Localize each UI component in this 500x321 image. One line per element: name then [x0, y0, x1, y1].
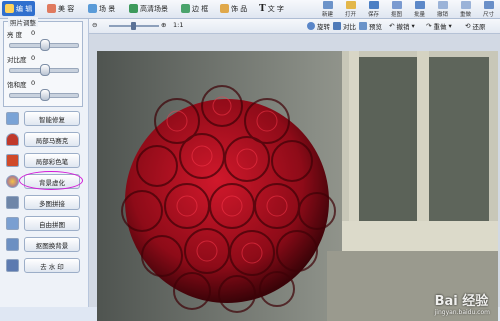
change-background-item: 抠图换背景: [4, 235, 84, 253]
change-background-icon: [6, 238, 19, 251]
cutout-icon: [391, 1, 402, 9]
frame-icon: [181, 4, 190, 13]
multi-stitch-item: 多图拼接: [4, 193, 84, 211]
change-background-button[interactable]: 抠图换背景: [24, 237, 80, 252]
contrast-value: 0: [31, 54, 36, 62]
rotate-icon: [307, 22, 315, 30]
free-collage-item: 自由拼图: [4, 214, 84, 232]
dropdown-chevron-icon: ▾: [411, 22, 415, 30]
color-pen-button[interactable]: 局部彩色笔: [24, 153, 80, 168]
accessory-icon: [220, 4, 229, 13]
free-collage-icon: [6, 217, 19, 230]
highlight-circle: [19, 171, 83, 190]
mosaic-item: 局部马赛克: [4, 130, 84, 148]
smart-repair-icon: [6, 112, 19, 125]
contrast-label: 对比度: [7, 56, 27, 64]
hd-scene-icon: [129, 4, 138, 13]
photo-canvas[interactable]: Bai 经验 jingyan.baidu.com: [97, 51, 498, 321]
saturation-slider-row: 饱和度 0: [7, 79, 81, 103]
undo-arrow-icon: ↶: [389, 22, 395, 30]
undo-view-button[interactable]: ↶ 撤销 ▾: [389, 21, 415, 31]
tab-accessory[interactable]: 饰 品: [217, 1, 250, 16]
photo-adjust-group: 照片调整 亮 度 0 对比度 0 饱和度 0: [3, 17, 83, 107]
tab-edit[interactable]: 编 辑: [2, 1, 36, 16]
redo-arrow-icon: ↷: [426, 22, 432, 30]
new-icon: [322, 1, 333, 9]
restore-button[interactable]: ⟲ 还原: [465, 21, 485, 31]
brightness-value: 0: [31, 29, 36, 37]
dropdown-chevron-icon: ▾: [448, 22, 452, 30]
work-area: ⊖ ⊕ 1:1 旋转 对比 预览 ↶ 撤销 ▾ ↷ 重做 ▾ ⟲ 还原 Bai …: [89, 19, 500, 321]
scene-icon: [88, 4, 97, 13]
save-icon: [368, 1, 379, 9]
contrast-slider-knob[interactable]: [40, 64, 50, 76]
file-toolbar: 新建 打开 保存 抠图 批量 撤销 重做 尺寸: [316, 0, 500, 18]
rose-photo: [97, 51, 498, 321]
batch-icon: [414, 1, 425, 9]
saturation-slider-knob[interactable]: [40, 89, 50, 101]
color-pen-icon: [6, 154, 19, 167]
smart-repair-button[interactable]: 智能修复: [24, 111, 80, 126]
compare-button[interactable]: 对比: [333, 21, 356, 31]
left-panel: 照片调整 亮 度 0 对比度 0 饱和度 0 智能修复 局部马赛克 局部彩色笔 …: [0, 17, 89, 307]
tab-frame[interactable]: 边 框: [178, 1, 211, 16]
brightness-slider-row: 亮 度 0: [7, 29, 81, 53]
background-blur-item: 背景虚化: [4, 171, 84, 190]
edit-icon: [5, 4, 14, 13]
rotate-button[interactable]: 旋转: [307, 21, 330, 31]
tab-hd-scene[interactable]: 高清场景: [126, 1, 171, 16]
batch-button[interactable]: 批量: [408, 0, 431, 18]
background-blur-icon: [6, 175, 19, 188]
view-toolbar: ⊖ ⊕ 1:1 旋转 对比 预览 ↶ 撤销 ▾ ↷ 重做 ▾ ⟲ 还原: [89, 19, 500, 34]
save-button[interactable]: 保存: [362, 0, 385, 18]
brightness-slider-knob[interactable]: [40, 39, 50, 51]
remove-watermark-button[interactable]: 去 水 印: [24, 258, 80, 273]
tab-scene[interactable]: 场 景: [85, 1, 118, 16]
redo-icon: [460, 1, 471, 9]
text-t-icon: T: [259, 3, 266, 14]
restore-icon: ⟲: [465, 22, 471, 30]
function-list: 智能修复 局部马赛克 局部彩色笔 背景虚化 多图拼接 自由拼图 抠图换背景 去 …: [4, 109, 84, 277]
cutout-button[interactable]: 抠图: [385, 0, 408, 18]
zoom-slider-knob[interactable]: [131, 22, 136, 30]
redo-button[interactable]: 重做: [454, 0, 477, 18]
zoom-out-icon[interactable]: ⊖: [92, 21, 97, 29]
compare-icon: [333, 22, 341, 30]
redo-view-button[interactable]: ↷ 重做 ▾: [426, 21, 452, 31]
preview-icon: [359, 22, 367, 30]
mosaic-button[interactable]: 局部马赛克: [24, 132, 80, 147]
new-button[interactable]: 新建: [316, 0, 339, 18]
watermark-subtext: jingyan.baidu.com: [434, 309, 490, 316]
size-button[interactable]: 尺寸: [477, 0, 500, 18]
tab-text[interactable]: T 文 字: [256, 1, 287, 16]
free-collage-button[interactable]: 自由拼图: [24, 216, 80, 231]
size-icon: [483, 1, 494, 9]
remove-watermark-item: 去 水 印: [4, 256, 84, 274]
multi-stitch-button[interactable]: 多图拼接: [24, 195, 80, 210]
tab-beauty[interactable]: 美 容: [44, 1, 77, 16]
contrast-slider-row: 对比度 0: [7, 54, 81, 78]
preview-button[interactable]: 预览: [359, 21, 382, 31]
main-tab-bar: 编 辑 美 容 场 景 高清场景 边 框 饰 品 T 文 字 新建 打开 保存 …: [0, 0, 500, 19]
undo-icon: [437, 1, 448, 9]
undo-button[interactable]: 撤销: [431, 0, 454, 18]
multi-stitch-icon: [6, 196, 19, 209]
saturation-value: 0: [31, 79, 36, 87]
remove-watermark-icon: [6, 259, 19, 272]
zoom-ratio[interactable]: 1:1: [173, 21, 183, 29]
mosaic-heart-icon: [6, 133, 19, 146]
open-button[interactable]: 打开: [339, 0, 362, 18]
zoom-in-icon[interactable]: ⊕: [161, 21, 166, 29]
color-pen-item: 局部彩色笔: [4, 151, 84, 169]
photo-adjust-title: 照片调整: [8, 17, 38, 27]
open-folder-icon: [345, 1, 356, 9]
brightness-label: 亮 度: [7, 31, 23, 39]
watermark-logo: Bai 经验 jingyan.baidu.com: [435, 290, 490, 316]
smart-repair-item: 智能修复: [4, 109, 84, 127]
saturation-label: 饱和度: [7, 81, 27, 89]
face-icon: [47, 4, 56, 13]
